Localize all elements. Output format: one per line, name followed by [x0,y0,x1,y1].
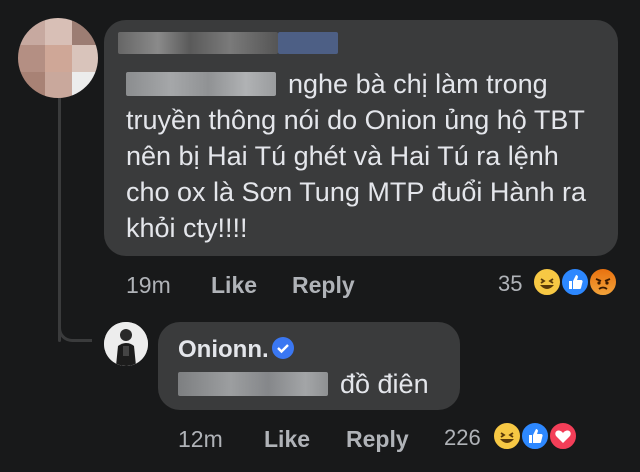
reply-reply-button[interactable]: Reply [346,426,409,453]
reply-time[interactable]: 12m [178,426,223,453]
like-icon[interactable] [520,421,550,451]
reply-like-button[interactable]: Like [264,426,310,453]
comment-like-button[interactable]: Like [211,272,257,299]
comment-time[interactable]: 19m [126,272,171,299]
blurred-mention [178,372,328,396]
reply-author-name[interactable]: Onionn. [178,336,269,364]
commenter-name-blurred-part[interactable] [278,32,338,54]
commenter-avatar[interactable] [18,18,98,98]
love-icon[interactable] [548,421,578,451]
comment-reaction-count[interactable]: 35 [498,271,522,297]
comment-text: nghe bà chị làm trong truyền thông nói d… [126,69,586,243]
verified-badge-icon [272,337,294,359]
commenter-name-blurred[interactable] [118,32,278,54]
like-icon[interactable] [560,267,590,297]
haha-icon[interactable] [492,421,522,451]
comment-reply-button[interactable]: Reply [292,272,355,299]
blurred-mention [126,72,276,96]
reply-reaction-count[interactable]: 226 [444,425,481,451]
angry-icon[interactable] [588,267,618,297]
reply-text: đồ điên [178,368,429,400]
thread-line [58,80,61,342]
reply-author-avatar[interactable] [104,322,148,366]
thread-connector [58,322,92,342]
haha-icon[interactable] [532,267,562,297]
